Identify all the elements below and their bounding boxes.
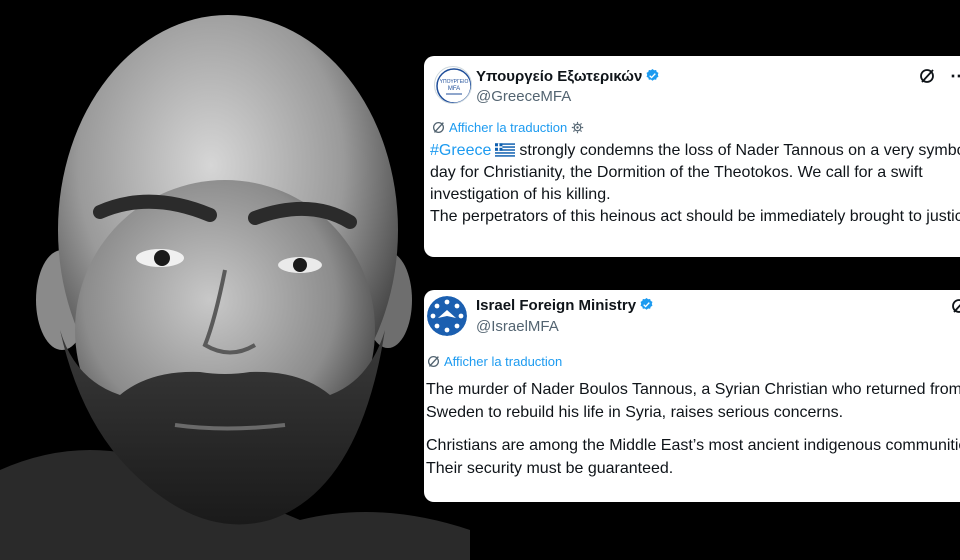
- israel-handle[interactable]: @IsraelMFA: [476, 318, 559, 335]
- israel-body-para2: Christians are among the Middle East’s m…: [426, 437, 960, 477]
- verified-icon: [646, 68, 659, 81]
- greece-tweet-card[interactable]: ΥΠΟΥΡΓΕΙΟ MFA Υπουργείο Εξωτερικών @Gree…: [424, 56, 960, 257]
- israel-body-para1: The murder of Nader Boulos Tannous, a Sy…: [426, 381, 960, 421]
- more-icon[interactable]: ⋯: [950, 66, 960, 87]
- grok-icon[interactable]: [951, 298, 960, 314]
- grok-icon-small: [432, 121, 445, 134]
- greek-flag-icon: [495, 143, 516, 157]
- avatar-text-2: MFA: [448, 86, 460, 92]
- greece-handle[interactable]: @GreeceMFA: [476, 88, 571, 105]
- greece-hashtag[interactable]: #Greece: [430, 142, 491, 159]
- israel-display-name-text[interactable]: Israel Foreign Ministry: [476, 297, 636, 314]
- greece-tweet-body: #Greece strongly condemns the loss of Nad…: [430, 140, 960, 228]
- portrait-photo: [0, 0, 470, 560]
- avatar-text-1: ΥΠΟΥΡΓΕΙΟ: [440, 79, 469, 85]
- israel-mfa-avatar[interactable]: [427, 296, 467, 336]
- israel-tweet-body: The murder of Nader Boulos Tannous, a Sy…: [426, 378, 960, 480]
- israel-translate-link[interactable]: Afficher la traduction: [427, 354, 562, 369]
- israel-translate-label[interactable]: Afficher la traduction: [444, 354, 562, 369]
- greece-mfa-avatar[interactable]: ΥΠΟΥΡΓΕΙΟ MFA: [434, 66, 472, 104]
- israel-tweet-card[interactable]: Israel Foreign Ministry @IsraelMFA Affic…: [424, 290, 960, 502]
- grok-icon-small: [427, 355, 440, 368]
- settings-icon[interactable]: [571, 121, 584, 134]
- greece-display-name[interactable]: Υπουργείο Εξωτερικών: [476, 68, 660, 85]
- greece-translate-label[interactable]: Afficher la traduction: [449, 120, 567, 135]
- israel-display-name[interactable]: Israel Foreign Ministry: [476, 297, 654, 314]
- greece-body-part2: The perpetrators of this heinous act sho…: [430, 208, 960, 225]
- grok-icon[interactable]: [919, 68, 935, 84]
- greece-translate-link[interactable]: Afficher la traduction: [432, 120, 584, 135]
- verified-icon: [640, 297, 653, 310]
- greece-display-name-text[interactable]: Υπουργείο Εξωτερικών: [476, 68, 642, 85]
